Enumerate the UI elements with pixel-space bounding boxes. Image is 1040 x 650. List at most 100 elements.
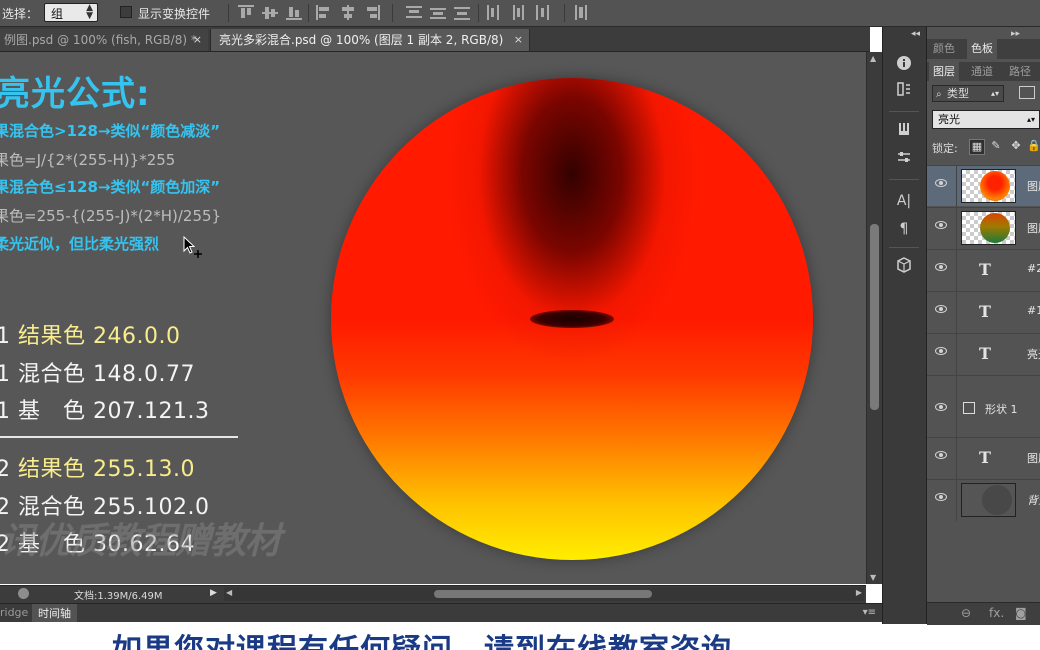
zoom-icon[interactable] — [18, 588, 29, 599]
visibility-eye-icon[interactable] — [935, 221, 947, 229]
dropdown-arrows-icon: ▲ ▼ — [86, 3, 93, 21]
distribute-bottom-icon[interactable] — [454, 5, 470, 20]
align-top-icon[interactable] — [238, 5, 254, 20]
image-filter-icon[interactable] — [1019, 86, 1035, 99]
tab-bridge[interactable]: ridge — [0, 606, 28, 619]
blend-color-row-1: 1 混合色 148.0.77 — [0, 362, 195, 387]
tab-example-psd[interactable]: 例图.psd @ 100% (fish, RGB/8) * × — [0, 29, 208, 51]
horizontal-scrollbar[interactable]: ◀ ▶ — [224, 587, 864, 601]
layer-row[interactable]: T #1 — [927, 291, 1040, 333]
layer-thumbnail — [961, 211, 1016, 245]
tab-layers[interactable]: 图层 — [929, 62, 959, 82]
visibility-eye-icon[interactable] — [935, 403, 947, 411]
layer-row[interactable]: 形状 1 — [927, 375, 1040, 438]
result-color-row-2: 2 结果色 255.13.0 — [0, 457, 195, 482]
blend-mode-dropdown[interactable]: 亮光 ▴▾ — [932, 110, 1040, 129]
info-icon[interactable] — [891, 55, 917, 79]
show-transform-checkbox[interactable] — [120, 6, 132, 18]
right-panel-dock: ▸▸ 颜色 色板 图层 通道 路径 ⌕ 类型 ▴▾ 亮光 ▴▾ 锁定: ▦ ✎ … — [926, 27, 1040, 625]
divider — [392, 4, 393, 22]
align-vcenter-icon[interactable] — [262, 5, 278, 20]
divider — [889, 111, 919, 112]
brush-presets-icon[interactable] — [891, 121, 917, 145]
lock-position-icon[interactable]: ✥ — [1009, 139, 1023, 153]
character-icon[interactable]: A| — [891, 189, 917, 213]
collapse-icon[interactable]: ◂◂ — [911, 29, 920, 39]
history-icon[interactable] — [891, 81, 917, 105]
divider — [228, 4, 229, 22]
layer-row[interactable]: T #2 — [927, 249, 1040, 291]
search-icon: ⌕ — [936, 89, 942, 100]
formula-line: 果色=J/{2*(255-H)}*255 — [0, 151, 176, 169]
distribute-vcenter-icon[interactable] — [430, 5, 446, 20]
panel-menu-icon[interactable]: ▾≡ — [863, 607, 876, 618]
layer-row[interactable]: 图层 — [927, 207, 1040, 249]
lock-transparency-icon[interactable]: ▦ — [969, 139, 985, 155]
scrollbar-thumb[interactable] — [870, 224, 879, 410]
base-color-row-1: 1 基 色 207.121.3 — [0, 399, 210, 424]
divider — [308, 4, 309, 22]
scroll-right-icon[interactable]: ▶ — [856, 588, 862, 597]
align-bottom-icon[interactable] — [286, 5, 302, 20]
3d-icon[interactable] — [891, 257, 917, 281]
divider — [564, 4, 565, 22]
play-arrow-icon[interactable]: ▶ — [210, 588, 217, 598]
scrollbar-thumb[interactable] — [434, 590, 652, 598]
scroll-up-icon[interactable]: ▲ — [870, 54, 876, 63]
align-left-icon[interactable] — [316, 5, 332, 20]
text-layer-icon: T — [979, 344, 991, 363]
visibility-eye-icon[interactable] — [935, 179, 947, 187]
close-icon[interactable]: × — [514, 29, 523, 51]
tab-color[interactable]: 颜色 — [929, 39, 959, 59]
fx-icon[interactable]: fx. — [989, 606, 1004, 620]
tab-paths[interactable]: 路径 — [1005, 62, 1035, 82]
panel-icon-strip: ◂◂ A| ¶ — [882, 27, 927, 624]
layer-thumbnail — [961, 483, 1016, 517]
vertical-scrollbar[interactable]: ▲ ▼ — [866, 52, 882, 584]
tab-bright-light-psd[interactable]: 亮光多彩混合.psd @ 100% (图层 1 副本 2, RGB/8) × — [210, 29, 530, 51]
paragraph-icon[interactable]: ¶ — [891, 217, 917, 241]
document-tab-bar: 例图.psd @ 100% (fish, RGB/8) * × 亮光多彩混合.p… — [0, 27, 870, 52]
text-layer-icon: T — [979, 302, 991, 321]
visibility-eye-icon[interactable] — [935, 451, 947, 459]
align-hcenter-icon[interactable] — [340, 5, 356, 20]
document-canvas[interactable]: 亮光公式: 果混合色>128→类似“颜色减淡” 果色=J/{2*(255-H)}… — [0, 52, 866, 584]
scroll-down-icon[interactable]: ▼ — [870, 573, 876, 582]
layer-row[interactable]: T 图层 — [927, 437, 1040, 479]
distribute-hcenter-icon[interactable] — [510, 5, 526, 20]
distribute-top-icon[interactable] — [406, 5, 422, 20]
visibility-eye-icon[interactable] — [935, 347, 947, 355]
lock-pixels-icon[interactable]: ✎ — [989, 139, 1003, 153]
collapse-icon[interactable]: ▸▸ — [1011, 29, 1020, 39]
auto-align-icon[interactable] — [574, 5, 590, 20]
layer-row[interactable]: T 亮光 — [927, 333, 1040, 375]
auto-select-dropdown[interactable]: 组 ▲ ▼ — [44, 3, 98, 22]
bottom-panel-tabs: ridge 时间轴 ▾≡ — [0, 603, 882, 623]
scroll-left-icon[interactable]: ◀ — [226, 588, 232, 597]
watermark: 讯优质教程赠教材 — [0, 521, 281, 562]
visibility-eye-icon[interactable] — [935, 305, 947, 313]
section-divider — [0, 436, 238, 438]
layer-name: 图层 — [1027, 180, 1040, 193]
adjustments-icon[interactable] — [891, 149, 917, 173]
blend-mode-value: 亮光 — [938, 113, 960, 126]
visibility-eye-icon[interactable] — [935, 263, 947, 271]
align-right-icon[interactable] — [364, 5, 380, 20]
layer-filter-dropdown[interactable]: ⌕ 类型 ▴▾ — [932, 85, 1004, 102]
close-icon[interactable]: × — [193, 29, 202, 51]
layer-name: 背景 — [1027, 494, 1040, 507]
distribute-right-icon[interactable] — [534, 5, 550, 20]
layer-row[interactable]: 图层 — [927, 165, 1040, 207]
tab-swatches[interactable]: 色板 — [967, 39, 997, 59]
lock-options: ▦ ✎ ✥ 🔒 — [969, 137, 1040, 155]
tab-channels[interactable]: 通道 — [967, 62, 997, 82]
tab-timeline[interactable]: 时间轴 — [32, 604, 77, 623]
visibility-eye-icon[interactable] — [935, 493, 947, 501]
distribute-left-icon[interactable] — [486, 5, 502, 20]
caption-text: 如果您对课程有任何疑问，请到在线教室咨询 — [112, 625, 732, 650]
lock-all-icon[interactable]: 🔒 — [1027, 139, 1040, 153]
divider — [478, 4, 479, 22]
layer-row[interactable]: 背景 — [927, 479, 1040, 521]
mask-icon[interactable]: ◙ — [1015, 606, 1027, 620]
link-icon[interactable]: ⊖ — [961, 606, 971, 620]
